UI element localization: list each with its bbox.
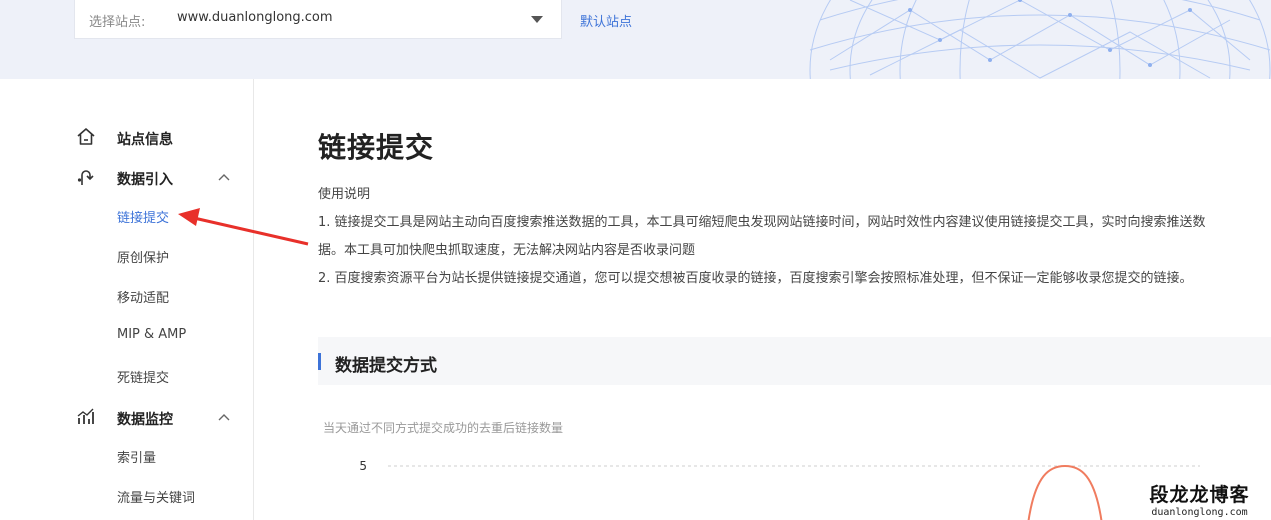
sidebar-group-data-monitor[interactable]: 数据监控: [0, 407, 254, 431]
sidebar-item-traffic-keywords[interactable]: 流量与关键词: [117, 487, 195, 506]
usage-instruction-line: 据。本工具可加快爬虫抓取速度，无法解决网站内容是否收录问题: [318, 243, 696, 258]
sidebar-item-index-volume[interactable]: 索引量: [117, 447, 156, 466]
sidebar-item-original-protection[interactable]: 原创保护: [117, 247, 169, 266]
section-header: 数据提交方式: [318, 337, 1271, 385]
sidebar-group-title: 数据监控: [117, 412, 173, 428]
section-accent-bar: [318, 353, 321, 370]
globe-network-decoration: [809, 0, 1271, 79]
home-icon: [77, 128, 95, 145]
sidebar-item-mip-amp[interactable]: MIP & AMP: [117, 327, 186, 342]
watermark: 段龙龙博客 duanlonglong.com: [1128, 476, 1271, 520]
top-banner: 选择站点: www.duanlonglong.com 默认站点: [0, 0, 1271, 79]
site-selector-label: 选择站点:: [89, 15, 146, 30]
usage-instruction-line: 1. 链接提交工具是网站主动向百度搜索推送数据的工具，本工具可缩短爬虫发现网站链…: [318, 215, 1206, 230]
usage-instructions-label: 使用说明: [318, 187, 371, 202]
main-content: 链接提交 使用说明 1. 链接提交工具是网站主动向百度搜索推送数据的工具，本工具…: [255, 79, 1271, 520]
section-title: 数据提交方式: [335, 356, 437, 376]
chevron-up-icon[interactable]: [218, 173, 230, 181]
chart-bars-icon: [77, 408, 94, 424]
series-line: [1027, 464, 1103, 520]
chevron-up-icon[interactable]: [218, 413, 230, 421]
sidebar-item-mobile-adaptation[interactable]: 移动适配: [117, 287, 169, 306]
watermark-url: duanlonglong.com: [1151, 507, 1248, 518]
chart-description: 当天通过不同方式提交成功的去重后链接数量: [323, 421, 564, 435]
sidebar-group-site-info[interactable]: 站点信息: [0, 127, 254, 151]
submission-chart: 5: [359, 459, 1200, 520]
site-selector-value[interactable]: www.duanlonglong.com: [177, 10, 333, 25]
y-tick-label: 5: [359, 459, 367, 473]
sidebar-group-title: 数据引入: [117, 172, 173, 188]
data-import-icon: [77, 170, 94, 185]
sidebar-item-link-submit[interactable]: 链接提交: [117, 207, 169, 226]
sidebar-group-data-import[interactable]: 数据引入: [0, 167, 254, 191]
sidebar-item-dead-link-submit[interactable]: 死链提交: [117, 367, 169, 386]
watermark-title: 段龙龙博客: [1149, 484, 1250, 506]
dropdown-caret-icon[interactable]: [531, 16, 543, 23]
sidebar: 站点信息 数据引入 链接提交 原创保护 移动适配 MIP & AMP 死链提交 …: [0, 79, 254, 520]
default-site-link[interactable]: 默认站点: [580, 11, 632, 30]
page-title: 链接提交: [318, 131, 435, 164]
usage-instruction-line: 2. 百度搜索资源平台为站长提供链接提交通道，您可以提交想被百度收录的链接，百度…: [318, 271, 1193, 286]
sidebar-group-title: 站点信息: [117, 132, 173, 148]
site-selector[interactable]: 选择站点: www.duanlonglong.com: [74, 0, 562, 39]
